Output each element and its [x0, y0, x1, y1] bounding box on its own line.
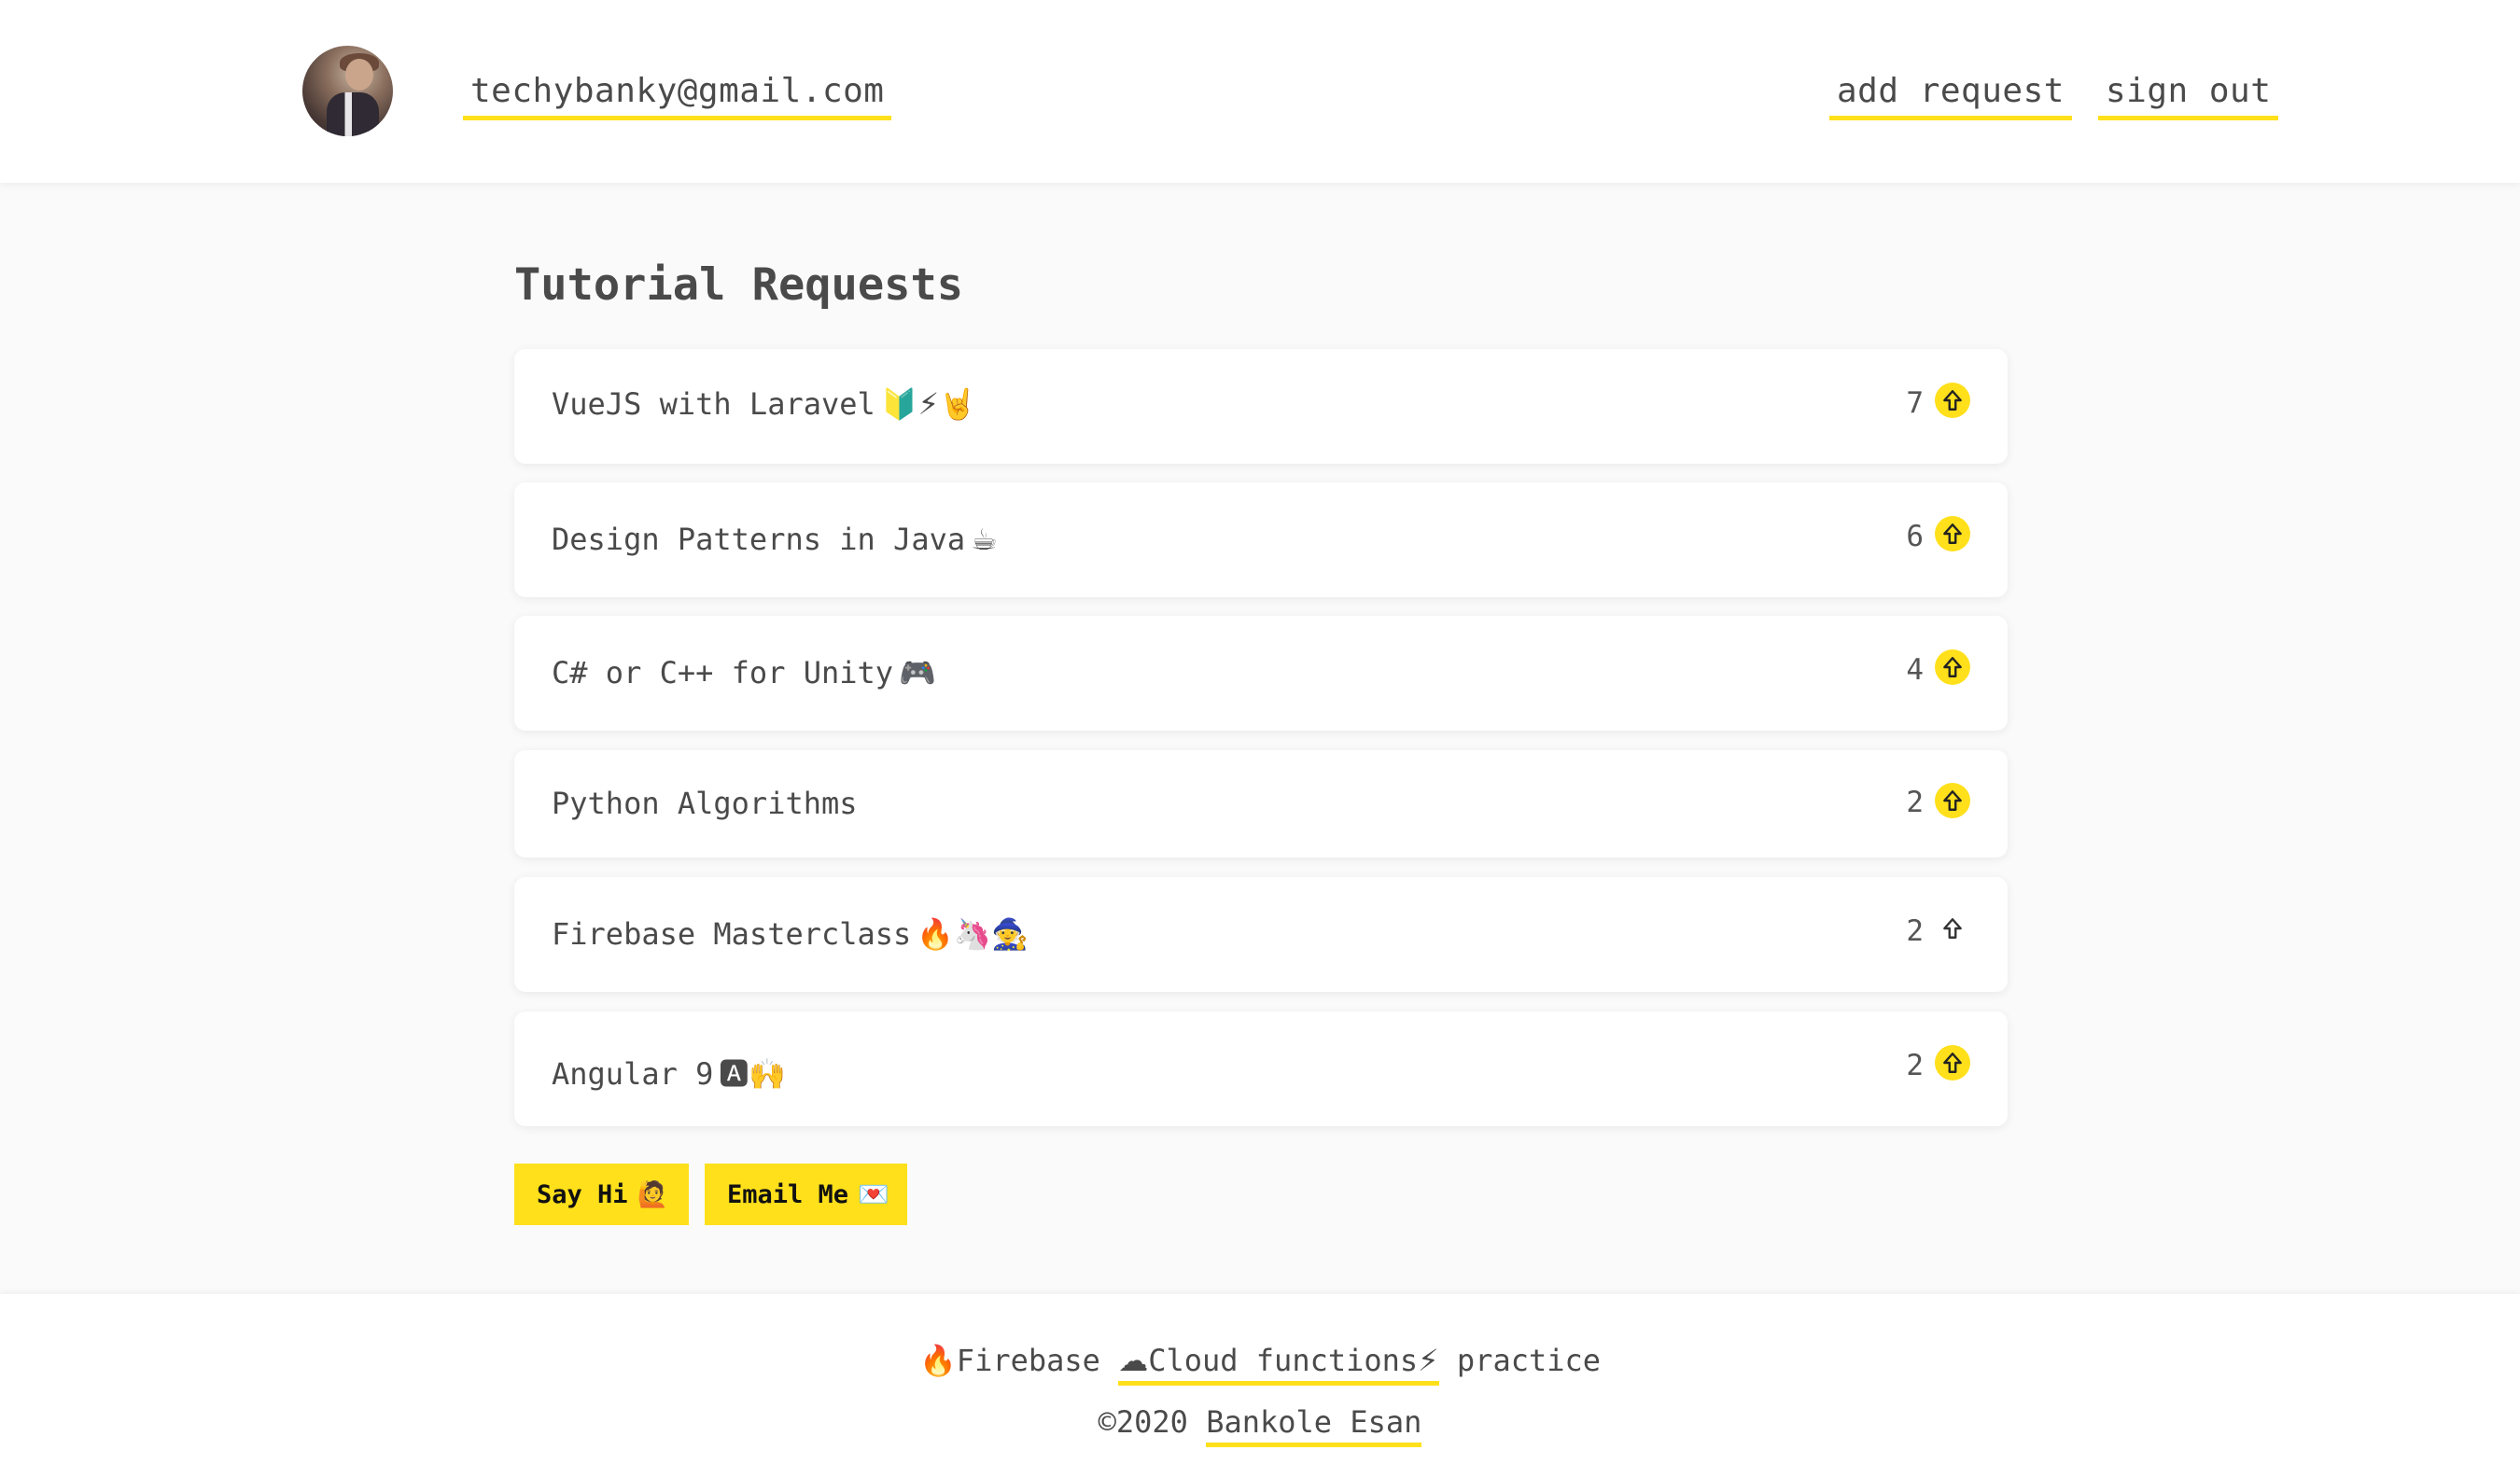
request-title: Firebase Masterclass 🔥🦄🧙 — [552, 916, 1029, 952]
vote-count: 6 — [1906, 520, 1924, 553]
footer-tagline: 🔥Firebase ☁Cloud functions⚡ practice — [0, 1343, 2520, 1386]
say-hi-button[interactable]: Say Hi 🙋 — [514, 1164, 689, 1225]
request-card: Design Patterns in Java ☕ 6 — [514, 482, 2008, 597]
add-request-link[interactable]: add request — [1829, 71, 2072, 120]
upvote-arrow-icon[interactable] — [1935, 911, 1970, 946]
vote-count: 2 — [1906, 1049, 1924, 1082]
request-card: Firebase Masterclass 🔥🦄🧙 2 — [514, 877, 2008, 992]
request-emoji: 🔥🦄🧙 — [917, 916, 1029, 952]
vote-count: 2 — [1906, 786, 1924, 819]
request-title: VueJS with Laravel 🔰⚡🤘 — [552, 386, 976, 422]
user-email-link[interactable]: techybanky@gmail.com — [463, 71, 892, 120]
request-title: Angular 9 🅰🙌 — [552, 1056, 787, 1092]
request-card: Angular 9 🅰🙌 2 — [514, 1011, 2008, 1126]
request-emoji: 🎮 — [899, 655, 936, 690]
upvote-arrow-icon[interactable] — [1935, 383, 1970, 418]
header: techybanky@gmail.com add request sign ou… — [0, 0, 2520, 183]
envelope-icon: 💌 — [858, 1180, 889, 1209]
request-card: VueJS with Laravel 🔰⚡🤘 7 — [514, 349, 2008, 464]
page-title: Tutorial Requests — [514, 259, 964, 311]
footer: 🔥Firebase ☁Cloud functions⚡ practice ©20… — [0, 1294, 2520, 1478]
vote-count: 4 — [1906, 653, 1924, 687]
upvote-arrow-icon[interactable] — [1935, 516, 1970, 551]
request-card: C# or C++ for Unity 🎮 4 — [514, 616, 2008, 731]
upvote-arrow-icon[interactable] — [1935, 649, 1970, 685]
sign-out-link[interactable]: sign out — [2098, 71, 2279, 120]
vote-count: 2 — [1906, 914, 1924, 948]
email-me-button[interactable]: Email Me 💌 — [705, 1164, 907, 1225]
request-card: Python Algorithms 2 — [514, 750, 2008, 858]
request-title: Design Patterns in Java ☕ — [552, 522, 998, 557]
bolt-icon: ⚡ — [1418, 1343, 1439, 1378]
vote-count: 7 — [1906, 386, 1924, 420]
request-emoji: 🅰🙌 — [719, 1056, 787, 1092]
request-title: Python Algorithms — [552, 786, 858, 821]
raising-hand-icon: 🙋 — [637, 1180, 669, 1209]
request-emoji: 🔰⚡🤘 — [880, 386, 976, 422]
cloud-icon: ☁ — [1118, 1343, 1149, 1378]
practice-label: practice — [1456, 1343, 1602, 1378]
copyright-text: ©2020 — [1098, 1404, 1188, 1440]
upvote-arrow-icon[interactable] — [1935, 1045, 1970, 1081]
firebase-label: Firebase — [956, 1343, 1100, 1378]
request-title: C# or C++ for Unity 🎮 — [552, 655, 936, 690]
author-link[interactable]: Bankole Esan — [1206, 1404, 1422, 1447]
firebase-icon: 🔥 — [918, 1343, 957, 1378]
footer-copyright: ©2020 Bankole Esan — [0, 1404, 2520, 1447]
avatar — [302, 46, 393, 136]
upvote-arrow-icon[interactable] — [1935, 783, 1970, 818]
cloud-functions-link[interactable]: ☁Cloud functions⚡ — [1118, 1343, 1439, 1386]
request-emoji: ☕ — [971, 522, 998, 557]
